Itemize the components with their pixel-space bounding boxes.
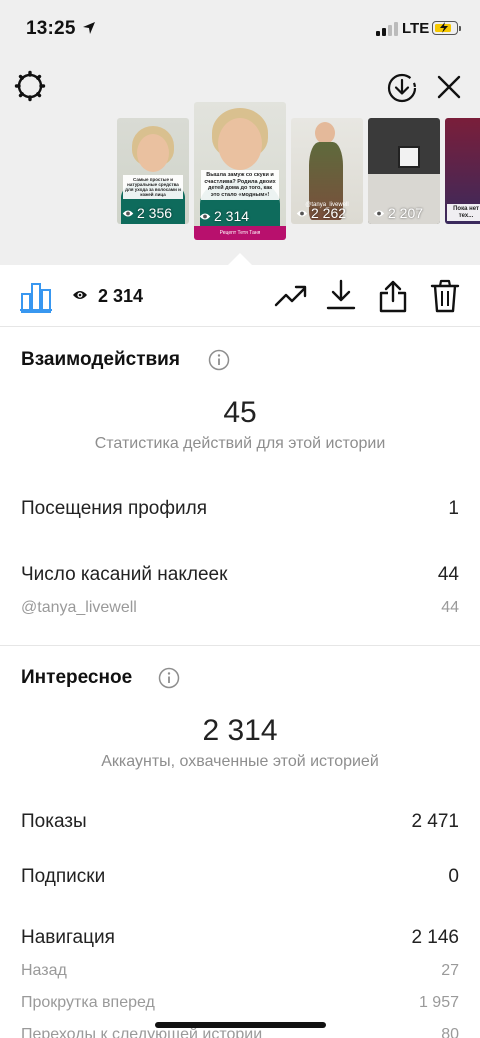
home-indicator[interactable] xyxy=(155,1022,326,1028)
impressions-value: 2 471 xyxy=(411,811,459,832)
network-type: LTE xyxy=(402,20,430,37)
download-icon[interactable] xyxy=(326,279,356,311)
gear-icon[interactable] xyxy=(12,68,48,104)
discovery-subtitle: Аккаунты, охваченные этой историей xyxy=(101,753,379,770)
stories-strip[interactable]: Самые простые и натуральные средства для… xyxy=(0,100,480,250)
selected-story-pointer xyxy=(228,253,252,265)
views-count: 2 314 xyxy=(98,286,144,306)
story-caption: Самые простые и натуральные средства для… xyxy=(122,175,184,200)
back-label: Назад xyxy=(21,962,67,979)
follows-label: Подписки xyxy=(21,866,106,887)
eye-icon xyxy=(122,210,134,216)
info-icon[interactable] xyxy=(208,349,230,371)
navigation-label: Навигация xyxy=(21,927,115,948)
location-arrow-icon xyxy=(83,22,95,34)
next-story-value: 80 xyxy=(441,1026,459,1038)
info-icon[interactable] xyxy=(158,667,180,689)
sticker-taps-value: 44 xyxy=(437,564,459,585)
forward-value: 1 957 xyxy=(418,994,459,1011)
interactions-title: Взаимодействия xyxy=(21,349,180,370)
story-thumbnail-selected[interactable]: Вышла замуж со скуки и счастлива? Родила… xyxy=(194,102,286,240)
eye-icon xyxy=(296,210,308,216)
discovery-total: 2 314 xyxy=(202,714,278,747)
story-views: 2 262 xyxy=(296,205,346,221)
eye-icon xyxy=(373,210,385,216)
forward-label: Прокрутка вперед xyxy=(21,994,155,1011)
navigation-value: 2 146 xyxy=(411,927,459,948)
story-preview-area: 13:25 LTE Самые простые и натуральные ср… xyxy=(0,0,480,265)
interactions-subtitle: Статистика действий для этой истории xyxy=(94,435,386,452)
trash-icon[interactable] xyxy=(430,279,460,313)
sticker-taps-label: Число касаний наклеек xyxy=(21,564,228,585)
interactions-total: 45 xyxy=(223,396,257,429)
eye-icon xyxy=(73,291,87,299)
impressions-label: Показы xyxy=(21,811,87,832)
status-bar: 13:25 LTE xyxy=(0,0,480,60)
story-thumbnail[interactable]: @tanya_livewell 2 262 xyxy=(291,118,363,224)
battery-icon xyxy=(432,21,461,35)
insights-toolbar: 2 314 xyxy=(0,265,480,327)
story-caption: Вышла замуж со скуки и счастлива? Родила… xyxy=(201,170,279,200)
follows-value: 0 xyxy=(448,866,459,887)
story-views: 2 207 xyxy=(373,205,423,221)
sticker-handle-value: 44 xyxy=(441,599,459,616)
story-views: 2 314 xyxy=(199,208,249,224)
section-divider xyxy=(0,645,480,646)
story-thumbnail[interactable]: Пока нет тех... xyxy=(445,118,480,224)
status-time: 13:25 xyxy=(26,18,76,39)
active-tab-indicator xyxy=(20,309,52,311)
story-thumbnail[interactable]: 2 207 xyxy=(368,118,440,224)
back-value: 27 xyxy=(441,962,459,979)
trending-icon[interactable] xyxy=(274,283,308,309)
sticker-handle-label[interactable]: @tanya_livewell xyxy=(21,599,137,617)
discovery-title: Интересное xyxy=(21,667,133,688)
share-icon[interactable] xyxy=(378,279,408,313)
profile-visits-label: Посещения профиля xyxy=(21,498,207,519)
signal-icon xyxy=(376,22,398,36)
story-caption: Пока нет тех... xyxy=(447,204,480,221)
profile-visits-value: 1 xyxy=(448,498,459,519)
story-thumbnail[interactable]: Самые простые и натуральные средства для… xyxy=(117,118,189,224)
close-icon[interactable] xyxy=(432,70,466,104)
eye-icon xyxy=(199,213,211,219)
story-band: Рецепт Тетя Таня xyxy=(194,226,286,240)
story-views: 2 356 xyxy=(122,205,172,221)
